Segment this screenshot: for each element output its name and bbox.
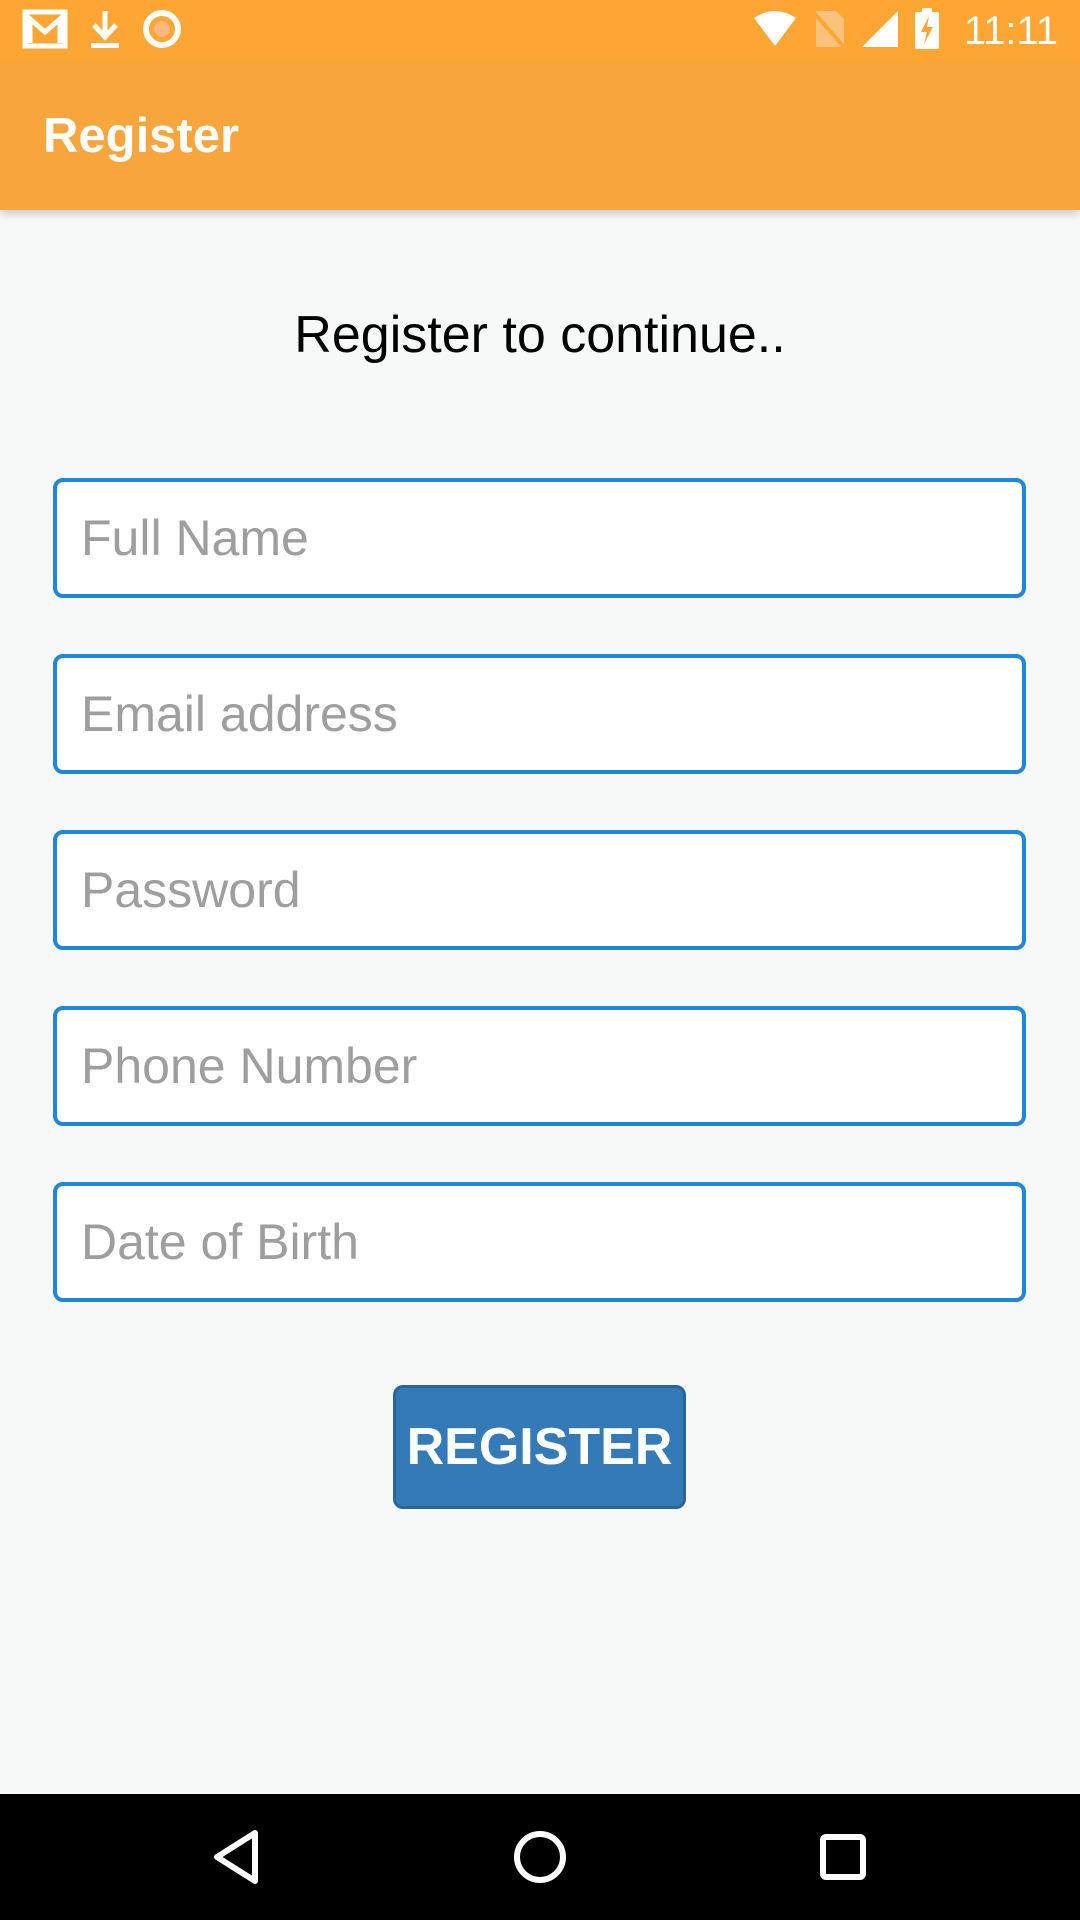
full-name-field[interactable] — [53, 478, 1026, 598]
battery-charging-icon — [914, 7, 940, 55]
register-button[interactable]: REGISTER — [393, 1385, 686, 1509]
signal-icon — [860, 9, 900, 54]
app-bar: Register — [0, 63, 1080, 210]
app-title: Register — [43, 109, 240, 163]
email-field[interactable] — [53, 654, 1026, 774]
recents-icon[interactable] — [805, 1819, 881, 1895]
navigation-bar — [0, 1794, 1080, 1920]
system-icons: 11:11 — [752, 7, 1058, 55]
gmail-icon — [22, 9, 68, 54]
no-sim-icon — [812, 9, 846, 54]
record-icon — [142, 9, 182, 54]
phone-number-field[interactable] — [53, 1006, 1026, 1126]
password-field[interactable] — [53, 830, 1026, 950]
notification-icons — [22, 8, 182, 54]
status-bar: 11:11 — [0, 0, 1080, 63]
status-time: 11:11 — [963, 8, 1058, 53]
home-icon[interactable] — [502, 1819, 578, 1895]
date-of-birth-field[interactable] — [53, 1182, 1026, 1302]
wifi-icon — [752, 10, 798, 53]
form-heading: Register to continue.. — [294, 306, 786, 364]
back-icon[interactable] — [198, 1819, 274, 1895]
download-icon — [88, 9, 122, 54]
